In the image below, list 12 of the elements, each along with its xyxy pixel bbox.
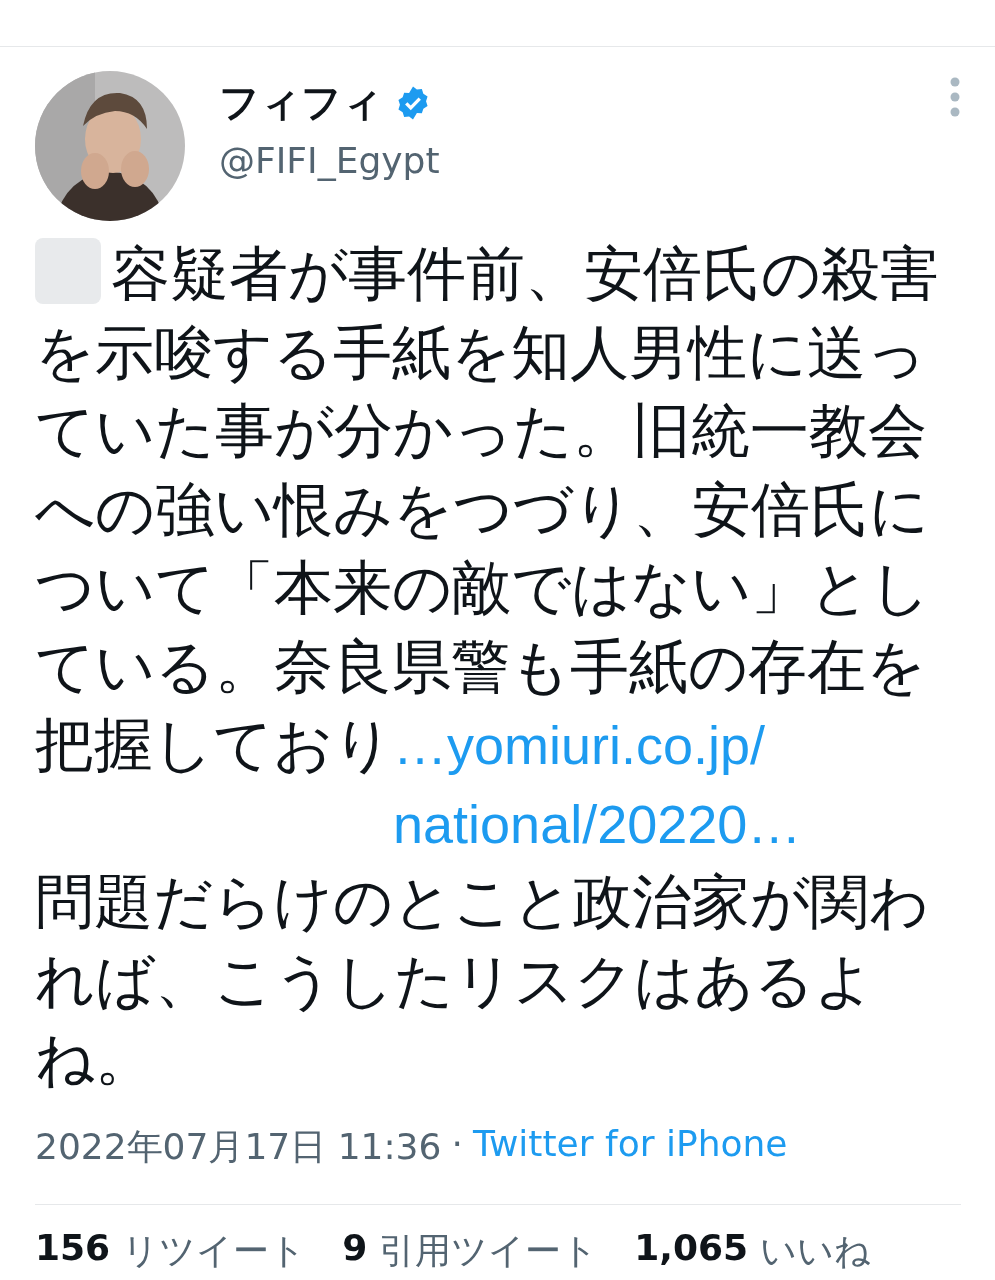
- more-options-icon[interactable]: [949, 77, 961, 117]
- user-handle[interactable]: @FIFI_Egypt: [219, 140, 915, 181]
- stat-count[interactable]: 9: [342, 1226, 368, 1276]
- separator-dot: ·: [451, 1122, 463, 1166]
- stat-label[interactable]: 引用ツイート: [379, 1226, 599, 1276]
- user-name[interactable]: フィフィ: [219, 75, 383, 130]
- tweet-text: 容疑者が事件前、安倍氏の殺害を示唆する手紙を知人男性に送っていた事が分かった。旧統一教会への強い恨みをつづり、安倍氏について「本来の敵ではない」としている。奈良県警も手紙の存在を把握しており…yomiuri.co.jp/national/20220… 問題だらけのとこと政治家が関われば、こうしたリスクはあるよね。: [35, 235, 965, 1099]
- stat-count[interactable]: 1,065: [634, 1226, 749, 1276]
- tweet-timestamp: 2022年07月17日 11:36: [35, 1124, 442, 1169]
- stat-count[interactable]: 156: [35, 1226, 111, 1276]
- stat-label[interactable]: いいね: [760, 1226, 872, 1276]
- stat-label[interactable]: リツイート: [122, 1226, 307, 1276]
